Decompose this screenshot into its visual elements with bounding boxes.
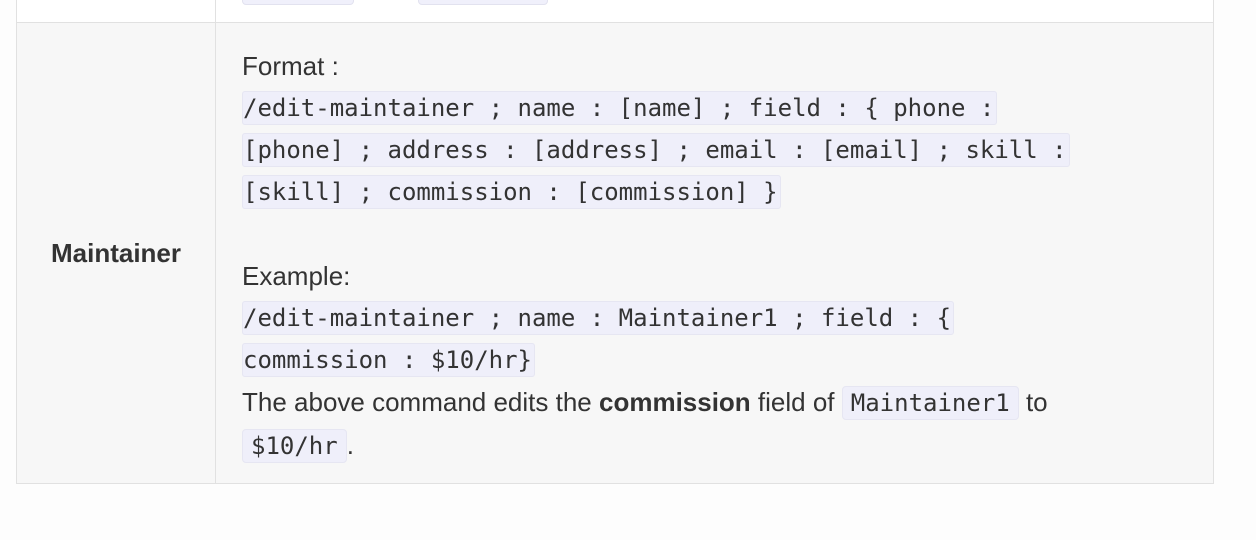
description-to: to <box>1018 387 1048 417</box>
code-snippet-partial <box>418 0 548 5</box>
format-code-line: /edit-maintainer ; name : [name] ; field… <box>242 91 998 125</box>
inline-code-value: $10/hr <box>242 429 347 463</box>
commands-table: Maintainer Format : /edit-maintainer ; n… <box>16 0 1214 484</box>
inline-code-name: Maintainer1 <box>841 386 1019 420</box>
example-code-block: /edit-maintainer ; name : Maintainer1 ; … <box>242 297 1153 381</box>
table-row-previous <box>16 0 1214 23</box>
description-suffix: . <box>346 430 354 460</box>
format-code-line: [phone] ; address : [address] ; email : … <box>242 133 1070 167</box>
description-middle: field of <box>750 387 842 417</box>
table-cell-previous-body <box>216 0 1213 22</box>
format-label: Format : <box>242 51 339 81</box>
row-details: Format : /edit-maintainer ; name : [name… <box>216 23 1213 483</box>
example-description: The above command edits the commission f… <box>242 381 1153 424</box>
table-row-maintainer: Maintainer Format : /edit-maintainer ; n… <box>16 23 1214 484</box>
format-code-block: /edit-maintainer ; name : [name] ; field… <box>242 87 1153 213</box>
description-prefix: The above command edits the <box>242 387 599 417</box>
example-code-line: /edit-maintainer ; name : Maintainer1 ; … <box>242 301 955 335</box>
example-code-line: commission : $10/hr} <box>242 343 535 377</box>
table-cell-previous-name <box>17 0 216 22</box>
format-code-line: [skill] ; commission : [commission] } <box>242 175 781 209</box>
description-bold-field: commission <box>598 387 751 417</box>
example-label: Example: <box>242 261 351 291</box>
row-header-maintainer: Maintainer <box>17 23 216 483</box>
example-description-cont: $10/hr. <box>242 424 1153 467</box>
code-snippet-partial <box>242 0 354 5</box>
